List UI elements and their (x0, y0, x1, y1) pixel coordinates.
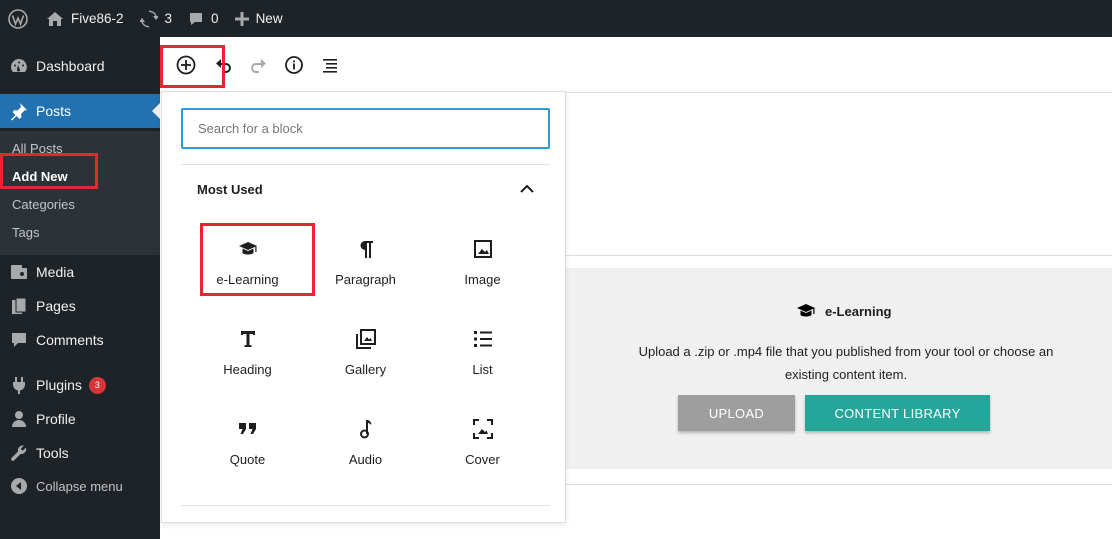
chevron-up-icon[interactable] (518, 180, 536, 203)
plus-icon (234, 11, 249, 26)
block-audio[interactable]: Audio (307, 406, 424, 490)
plugins-update-badge: 3 (88, 376, 106, 394)
collapse-menu-button[interactable]: Collapse menu (0, 469, 160, 503)
menu-comments[interactable]: Comments (0, 323, 160, 357)
highlight-elearning-box (200, 223, 315, 296)
admin-sidebar: Dashboard Posts All Posts Add New Catego… (0, 37, 160, 539)
menu-comments-label: Comments (36, 332, 104, 348)
pilcrow-icon (358, 234, 374, 264)
cover-icon (472, 414, 493, 444)
canvas-divider (566, 255, 1112, 256)
block-gallery[interactable]: Gallery (307, 316, 424, 400)
submenu-categories[interactable]: Categories (12, 197, 75, 212)
block-label: Heading (223, 362, 272, 377)
block-label: Audio (348, 452, 383, 467)
menu-profile-label: Profile (36, 411, 76, 427)
media-icon (9, 262, 29, 282)
collapse-menu-label: Collapse menu (36, 478, 123, 494)
content-info-button[interactable] (282, 53, 306, 77)
plug-icon (9, 375, 29, 395)
site-name: Five86-2 (71, 11, 124, 26)
comments-count: 0 (211, 11, 219, 26)
content-library-button[interactable]: CONTENT LIBRARY (805, 395, 990, 431)
comments-link[interactable]: 0 (180, 0, 227, 37)
block-search-input[interactable] (181, 108, 550, 149)
wordpress-logo-icon[interactable] (0, 0, 36, 37)
editor-toolbar (160, 37, 1112, 93)
menu-dashboard-label: Dashboard (36, 58, 105, 74)
menu-media[interactable]: Media (0, 255, 160, 289)
inserter-divider (181, 505, 550, 506)
graduation-cap-icon (797, 304, 815, 317)
new-content-link[interactable]: New (227, 0, 291, 37)
block-label: Paragraph (335, 272, 396, 287)
updates-link[interactable]: 3 (132, 0, 181, 37)
block-label: Image (464, 272, 501, 287)
most-used-heading[interactable]: Most Used (197, 182, 263, 197)
elearning-description: Upload a .zip or .mp4 file that you publ… (638, 344, 1054, 382)
highlight-add-new-box (0, 153, 98, 189)
music-note-icon (358, 414, 374, 444)
site-name-link[interactable]: Five86-2 (36, 0, 132, 37)
submenu-tags[interactable]: Tags (12, 225, 39, 240)
menu-plugins-label: Plugins (36, 377, 82, 393)
updates-count: 3 (164, 11, 173, 26)
image-icon (473, 234, 493, 264)
block-label: List (472, 362, 493, 377)
new-label: New (255, 11, 283, 26)
list-icon (473, 324, 493, 354)
heading-t-icon (239, 324, 257, 354)
block-image[interactable]: Image (424, 226, 541, 310)
menu-dashboard[interactable]: Dashboard (0, 49, 160, 83)
menu-tools[interactable]: Tools (0, 436, 160, 470)
gallery-icon (355, 324, 376, 354)
menu-pages-label: Pages (36, 298, 76, 314)
user-icon (9, 409, 29, 429)
info-icon (285, 56, 303, 74)
block-label: Cover (465, 452, 500, 467)
home-icon (47, 11, 63, 26)
menu-pages[interactable]: Pages (0, 289, 160, 323)
collapse-arrow-icon (9, 476, 29, 496)
elearning-block-title: e-Learning (796, 302, 891, 320)
block-quote[interactable]: Quote (189, 406, 306, 490)
block-navigation-button[interactable] (318, 53, 342, 77)
menu-posts-label: Posts (36, 103, 72, 119)
redo-button[interactable] (246, 53, 270, 77)
menu-tools-label: Tools (36, 445, 69, 461)
canvas-divider (566, 484, 1112, 485)
quote-icon (238, 414, 258, 444)
admin-bar: Five86-2 3 0 New (0, 0, 1112, 37)
menu-plugins[interactable]: Plugins 3 (0, 368, 160, 402)
comments-icon (9, 330, 29, 350)
posts-submenu: All Posts Add New Categories Tags (0, 131, 160, 255)
block-list[interactable]: List (424, 316, 541, 400)
wrench-icon (9, 443, 29, 463)
inserter-divider (181, 164, 550, 165)
pages-icon (9, 296, 29, 316)
elearning-block[interactable]: e-Learning Upload a .zip or .mp4 file th… (566, 268, 1112, 469)
block-cover[interactable]: Cover (424, 406, 541, 490)
block-label: Gallery (344, 362, 387, 377)
highlight-add-block-box (160, 45, 225, 88)
block-inserter-popover: Most Used e-Learning Paragraph Image Hea… (161, 91, 566, 523)
block-paragraph[interactable]: Paragraph (307, 226, 424, 310)
list-outline-icon (323, 59, 337, 73)
pushpin-icon (9, 101, 29, 121)
updates-icon (139, 10, 158, 27)
menu-media-label: Media (36, 264, 75, 280)
comment-bubble-icon (190, 12, 203, 25)
redo-icon (251, 59, 266, 73)
block-label: Quote (229, 452, 266, 467)
dashboard-gauge-icon (9, 56, 29, 76)
menu-profile[interactable]: Profile (0, 402, 160, 436)
menu-posts[interactable]: Posts (0, 94, 160, 128)
block-heading[interactable]: Heading (189, 316, 306, 400)
upload-button[interactable]: UPLOAD (678, 395, 795, 431)
